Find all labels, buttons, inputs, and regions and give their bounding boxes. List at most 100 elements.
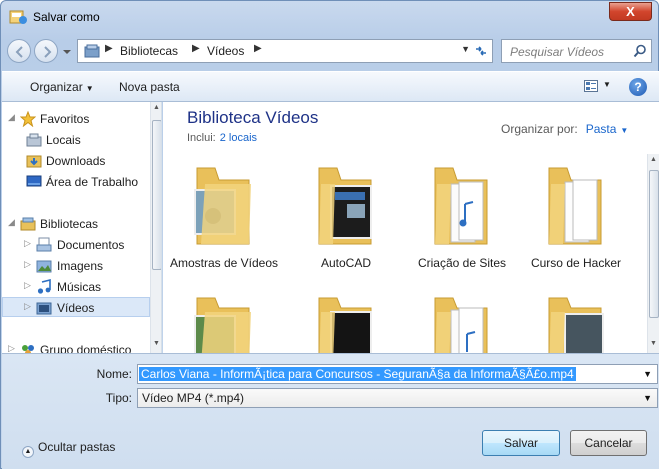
- back-arrow-icon: [15, 46, 23, 58]
- new-folder-button[interactable]: Nova pasta: [119, 80, 180, 94]
- folder-item[interactable]: [169, 294, 279, 353]
- search-icon[interactable]: [633, 44, 647, 58]
- folder-icon: [548, 167, 602, 245]
- collapse-icon[interactable]: ◢: [8, 217, 15, 228]
- scrollbar-thumb[interactable]: [649, 170, 659, 318]
- nav-item-desktop[interactable]: Área de Trabalho: [2, 172, 150, 192]
- video-folder-icon: [318, 167, 372, 245]
- scroll-down-icon[interactable]: ▼: [153, 340, 160, 347]
- breadcrumb-arrow-icon[interactable]: ▶: [105, 43, 113, 54]
- arrange-by[interactable]: Organizar por: Pasta ▼: [501, 122, 628, 136]
- address-row: ▶ Bibliotecas ▶ Vídeos ▶ ▼ Pesquisar Víd…: [7, 37, 652, 67]
- forward-arrow-icon: [44, 46, 52, 58]
- libraries-icon: [20, 217, 36, 231]
- nav-item-musicas[interactable]: ▷ Músicas: [2, 277, 150, 297]
- file-name-field[interactable]: Carlos Viana - InformÃ¡tica para Concurs…: [137, 364, 658, 384]
- folder-name: Criação de Sites: [417, 256, 507, 270]
- forward-button[interactable]: [34, 39, 58, 63]
- nav-item-imagens[interactable]: ▷ Imagens: [2, 256, 150, 276]
- file-type-value: Vídeo MP4 (*.mp4): [142, 391, 245, 405]
- nav-item-locais[interactable]: Locais: [2, 130, 150, 150]
- cancel-button[interactable]: Cancelar: [570, 430, 647, 456]
- star-icon: [20, 111, 36, 127]
- scroll-down-icon[interactable]: ▼: [650, 340, 657, 347]
- breadcrumb-arrow-icon[interactable]: ▶: [254, 43, 262, 54]
- expand-icon[interactable]: ▷: [24, 301, 31, 312]
- arrange-value[interactable]: Pasta: [586, 122, 617, 136]
- content-pane: Biblioteca Vídeos Inclui: 2 locais Organi…: [163, 102, 659, 353]
- library-title: Biblioteca Vídeos: [187, 108, 319, 127]
- chevron-down-icon: ▼: [620, 126, 629, 135]
- save-as-dialog: Salvar como X ▶ Bibliotecas ▶ Vídeos ▶ ▼: [0, 0, 659, 469]
- scrollbar-thumb[interactable]: [152, 120, 161, 270]
- breadcrumb-bibliotecas[interactable]: Bibliotecas: [120, 44, 178, 58]
- file-type-select[interactable]: Vídeo MP4 (*.mp4) ▼: [137, 388, 658, 408]
- folder-item[interactable]: Criação de Sites: [407, 160, 517, 290]
- locations-icon: [26, 133, 42, 147]
- folder-name: Curso de Hacker: [530, 256, 622, 270]
- file-type-label: Tipo:: [105, 391, 132, 405]
- file-name-label: Nome:: [96, 367, 132, 381]
- folder-item[interactable]: [291, 294, 401, 353]
- music-folder-icon: [434, 167, 488, 245]
- organize-menu[interactable]: Organizar ▼: [30, 80, 94, 94]
- help-button[interactable]: ?: [629, 78, 647, 96]
- collapse-icon[interactable]: ◢: [8, 112, 15, 123]
- close-button[interactable]: X: [609, 2, 652, 21]
- scroll-up-icon[interactable]: ▲: [153, 104, 160, 111]
- file-name-value[interactable]: Carlos Viana - InformÃ¡tica para Concurs…: [139, 367, 576, 381]
- video-folder-icon: [194, 167, 251, 245]
- homegroup-icon: [22, 345, 34, 353]
- breadcrumb-videos[interactable]: Vídeos: [207, 44, 244, 58]
- content-scrollbar[interactable]: ▲ ▼: [647, 154, 659, 353]
- includes-locations-link[interactable]: 2 locais: [220, 132, 257, 144]
- desktop-icon: [26, 175, 42, 187]
- folder-item[interactable]: Amostras de Vídeos: [169, 160, 279, 290]
- nav-item-videos[interactable]: ▷ Vídeos: [2, 297, 150, 317]
- nav-homegroup[interactable]: ▷ Grupo doméstico: [2, 340, 150, 353]
- library-includes: Inclui: 2 locais: [187, 132, 257, 144]
- address-bar[interactable]: ▶ Bibliotecas ▶ Vídeos ▶ ▼: [77, 39, 493, 63]
- nav-item-label: Documentos: [57, 238, 125, 252]
- scroll-up-icon[interactable]: ▲: [650, 156, 657, 163]
- search-box[interactable]: Pesquisar Vídeos: [501, 39, 652, 63]
- search-input[interactable]: Pesquisar Vídeos: [510, 45, 604, 59]
- back-button[interactable]: [7, 39, 31, 63]
- view-options-icon[interactable]: [584, 80, 598, 92]
- file-name-dropdown-icon[interactable]: ▼: [643, 369, 652, 379]
- music-folder-icon: [434, 297, 488, 353]
- file-type-dropdown-icon[interactable]: ▼: [643, 393, 652, 403]
- navigation-pane: ◢ Favoritos Locais Downloads Área de Tra…: [2, 102, 162, 353]
- nav-item-documentos[interactable]: ▷ Documentos: [2, 235, 150, 255]
- nav-scrollbar[interactable]: ▲ ▼: [150, 102, 161, 353]
- expand-icon[interactable]: ▷: [24, 259, 31, 270]
- expand-icon[interactable]: ▷: [24, 280, 31, 291]
- title-bar[interactable]: Salvar como X: [1, 1, 658, 33]
- save-button[interactable]: Salvar: [482, 430, 560, 456]
- folder-item[interactable]: Curso de Hacker: [521, 160, 631, 290]
- refresh-icon[interactable]: [473, 43, 489, 59]
- nav-favorites[interactable]: ◢ Favoritos: [2, 109, 150, 129]
- nav-item-downloads[interactable]: Downloads: [2, 151, 150, 171]
- view-dropdown-icon[interactable]: ▼: [603, 80, 611, 89]
- expand-icon[interactable]: ▷: [24, 238, 31, 249]
- folder-item[interactable]: AutoCAD: [291, 160, 401, 290]
- recent-pages-dropdown-icon[interactable]: [62, 45, 72, 57]
- nav-item-label: Locais: [46, 133, 81, 147]
- nav-homegroup-label: Grupo doméstico: [40, 343, 132, 353]
- nav-libraries[interactable]: ◢ Bibliotecas: [2, 214, 150, 234]
- chevron-up-icon: ▲: [22, 446, 34, 458]
- nav-item-label: Vídeos: [57, 301, 95, 315]
- command-toolbar: Organizar ▼ Nova pasta ▼ ?: [2, 71, 659, 102]
- hide-folders-toggle[interactable]: ▲ Ocultar pastas: [22, 440, 115, 458]
- address-dropdown-icon[interactable]: ▼: [461, 44, 470, 54]
- window-title: Salvar como: [33, 10, 100, 24]
- folder-item[interactable]: [407, 294, 517, 353]
- nav-item-label: Área de Trabalho: [46, 175, 139, 189]
- nav-item-label: Downloads: [46, 154, 106, 168]
- expand-icon[interactable]: ▷: [8, 343, 15, 353]
- video-folder-icon: [548, 297, 604, 353]
- breadcrumb-arrow-icon[interactable]: ▶: [192, 43, 200, 54]
- folder-name: AutoCAD: [320, 256, 372, 270]
- folder-item[interactable]: [521, 294, 631, 353]
